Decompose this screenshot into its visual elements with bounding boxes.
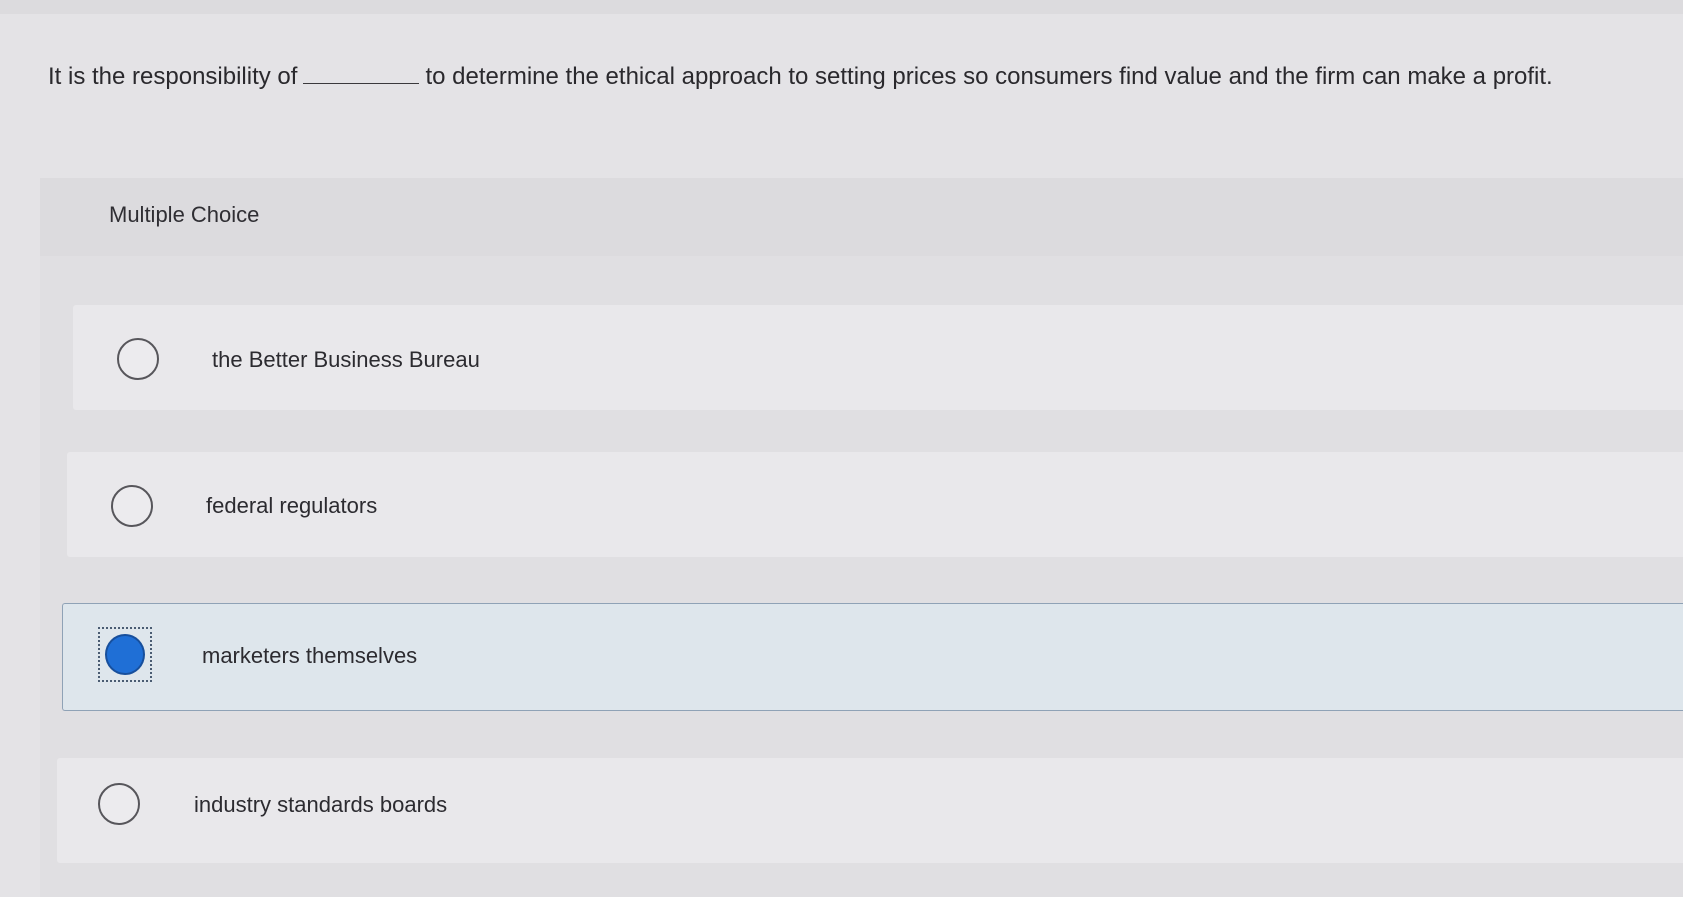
choice-label: federal regulators	[206, 493, 378, 518]
question-prompt: It is the responsibility of to determine …	[48, 60, 1668, 94]
question-type-header: Multiple Choice	[40, 178, 1683, 256]
question-text-after: to determine the ethical approach to set…	[425, 63, 1553, 90]
radio-button-unselected[interactable]	[117, 338, 159, 380]
choice-option-better-business-bureau[interactable]: the Better Business Bureau	[73, 305, 1683, 410]
radio-button-unselected[interactable]	[98, 783, 140, 825]
choice-option-industry-standards-boards[interactable]: industry standards boards	[57, 758, 1683, 863]
choice-label: the Better Business Bureau	[212, 347, 480, 372]
focus-ring	[98, 627, 152, 682]
radio-button-selected[interactable]	[105, 634, 145, 675]
choice-option-federal-regulators[interactable]: federal regulators	[67, 452, 1683, 557]
top-strip	[0, 0, 1683, 14]
question-text-before: It is the responsibility of	[48, 63, 298, 90]
choice-label: marketers themselves	[202, 643, 418, 668]
choice-label: industry standards boards	[194, 792, 448, 817]
choice-option-marketers-themselves[interactable]: marketers themselves	[62, 603, 1683, 711]
answer-blank	[303, 61, 420, 84]
question-type-label: Multiple Choice	[109, 202, 260, 227]
radio-button-unselected[interactable]	[111, 485, 153, 527]
